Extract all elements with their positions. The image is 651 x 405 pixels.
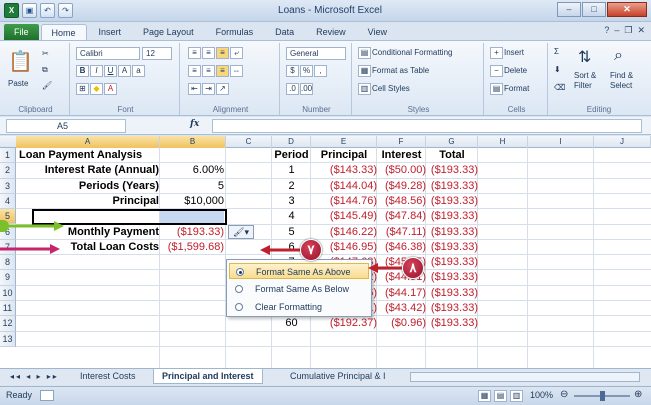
pink-arrow-head [50,244,60,254]
annotation-arrows [0,221,402,273]
green-arrow-head [54,221,64,231]
red-arrow-7-head [260,245,270,255]
step-7-badge: ٧ [300,239,322,261]
step-8-badge: ٨ [402,257,424,279]
excel-window: X ▣ ↶ ↷ Loans - Microsoft Excel – □ ✕ Fi… [0,0,651,405]
red-arrow-8-head [368,263,378,273]
